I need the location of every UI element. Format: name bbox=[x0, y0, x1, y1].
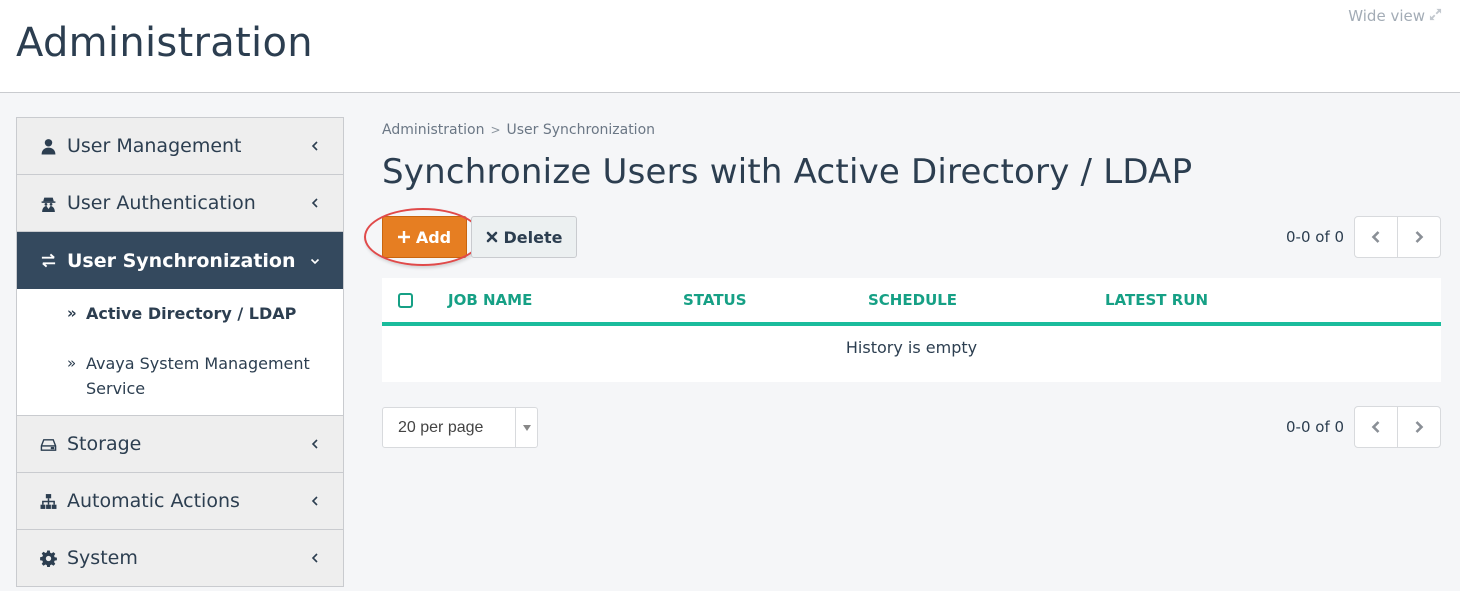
sidebar-item-label: System bbox=[67, 547, 138, 569]
sidebar-item-label: User Authentication bbox=[67, 192, 256, 214]
delete-button[interactable]: Delete bbox=[471, 216, 577, 258]
next-page-button[interactable] bbox=[1397, 407, 1440, 447]
pagination-controls-bottom bbox=[1354, 406, 1441, 448]
chevron-left-icon bbox=[309, 140, 321, 152]
column-header-latest-run[interactable]: LATEST RUN bbox=[1105, 291, 1208, 309]
breadcrumb: Administration > User Synchronization bbox=[382, 122, 655, 138]
column-header-status[interactable]: STATUS bbox=[683, 291, 747, 309]
chevron-left-icon bbox=[309, 552, 321, 564]
chevron-down-icon bbox=[309, 255, 321, 267]
wide-view-label: Wide view bbox=[1348, 7, 1425, 25]
sidebar-subitem-active-directory-ldap[interactable]: » Active Directory / LDAP bbox=[17, 301, 343, 326]
sidebar-item-storage[interactable]: Storage bbox=[17, 416, 343, 473]
select-all-checkbox[interactable] bbox=[398, 293, 413, 308]
prev-page-button[interactable] bbox=[1355, 407, 1397, 447]
sidebar-subitem-label: Avaya System Management Service bbox=[86, 354, 310, 398]
sidebar-subitem-avaya-system-management-service[interactable]: » Avaya System Management Service bbox=[17, 351, 343, 401]
chevron-left-icon bbox=[1371, 231, 1380, 243]
prev-page-button[interactable] bbox=[1355, 217, 1397, 257]
sidebar-item-label: Automatic Actions bbox=[67, 490, 240, 512]
delete-button-label: Delete bbox=[503, 227, 563, 247]
pagination-count-top: 0-0 of 0 bbox=[1286, 228, 1345, 246]
breadcrumb-item-administration[interactable]: Administration bbox=[382, 122, 484, 138]
chevron-left-icon bbox=[1371, 421, 1380, 433]
dropdown-arrow-icon bbox=[515, 408, 537, 447]
sidebar-item-automatic-actions[interactable]: Automatic Actions bbox=[17, 473, 343, 530]
plus-icon bbox=[397, 231, 410, 243]
sidebar-item-user-management[interactable]: User Management bbox=[17, 118, 343, 175]
double-chevron-right-icon: » bbox=[67, 354, 77, 372]
add-button-label: Add bbox=[415, 227, 452, 247]
user-synchronization-submenu: » Active Directory / LDAP » Avaya System… bbox=[17, 289, 343, 416]
table-header: JOB NAME STATUS SCHEDULE LATEST RUN bbox=[382, 278, 1441, 326]
sidebar-nav: User Management User Authentication User… bbox=[16, 117, 344, 587]
column-header-job-name[interactable]: JOB NAME bbox=[448, 291, 532, 309]
close-icon bbox=[486, 231, 497, 243]
sidebar-item-user-authentication[interactable]: User Authentication bbox=[17, 175, 343, 232]
page-title: Synchronize Users with Active Directory … bbox=[382, 152, 1193, 192]
add-button[interactable]: Add bbox=[382, 216, 467, 258]
pagination-count-bottom: 0-0 of 0 bbox=[1286, 418, 1345, 436]
user-icon bbox=[39, 137, 57, 155]
double-chevron-right-icon: » bbox=[67, 304, 77, 322]
column-header-schedule[interactable]: SCHEDULE bbox=[868, 291, 957, 309]
exchange-icon bbox=[39, 252, 57, 270]
chevron-right-icon bbox=[1415, 231, 1424, 243]
sidebar-item-label: User Management bbox=[67, 135, 242, 157]
chevron-left-icon bbox=[309, 197, 321, 209]
sidebar-item-label: Storage bbox=[67, 433, 142, 455]
pagination-controls-top bbox=[1354, 216, 1441, 258]
wide-view-toggle[interactable]: Wide view bbox=[1348, 7, 1442, 25]
per-page-select[interactable]: 20 per page bbox=[382, 407, 538, 448]
hdd-icon bbox=[39, 435, 57, 453]
next-page-button[interactable] bbox=[1397, 217, 1440, 257]
chevron-left-icon bbox=[309, 495, 321, 507]
chevron-right-icon bbox=[1415, 421, 1424, 433]
user-secret-icon bbox=[39, 194, 57, 212]
top-header: Administration Wide view bbox=[0, 0, 1460, 93]
expand-icon bbox=[1429, 7, 1442, 25]
per-page-value: 20 per page bbox=[398, 418, 484, 436]
sitemap-icon bbox=[39, 492, 57, 510]
empty-table-message: History is empty bbox=[845, 338, 978, 357]
chevron-right-icon: > bbox=[490, 123, 501, 137]
sidebar-item-user-synchronization[interactable]: User Synchronization bbox=[17, 232, 343, 289]
jobs-table: JOB NAME STATUS SCHEDULE LATEST RUN Hist… bbox=[382, 278, 1441, 382]
sidebar-item-label: User Synchronization bbox=[67, 249, 296, 272]
gear-icon bbox=[39, 549, 57, 567]
app-title: Administration bbox=[16, 20, 313, 66]
breadcrumb-item-user-synchronization[interactable]: User Synchronization bbox=[507, 122, 656, 138]
sidebar-item-system[interactable]: System bbox=[17, 530, 343, 587]
sidebar-subitem-label: Active Directory / LDAP bbox=[86, 304, 297, 323]
chevron-left-icon bbox=[309, 438, 321, 450]
